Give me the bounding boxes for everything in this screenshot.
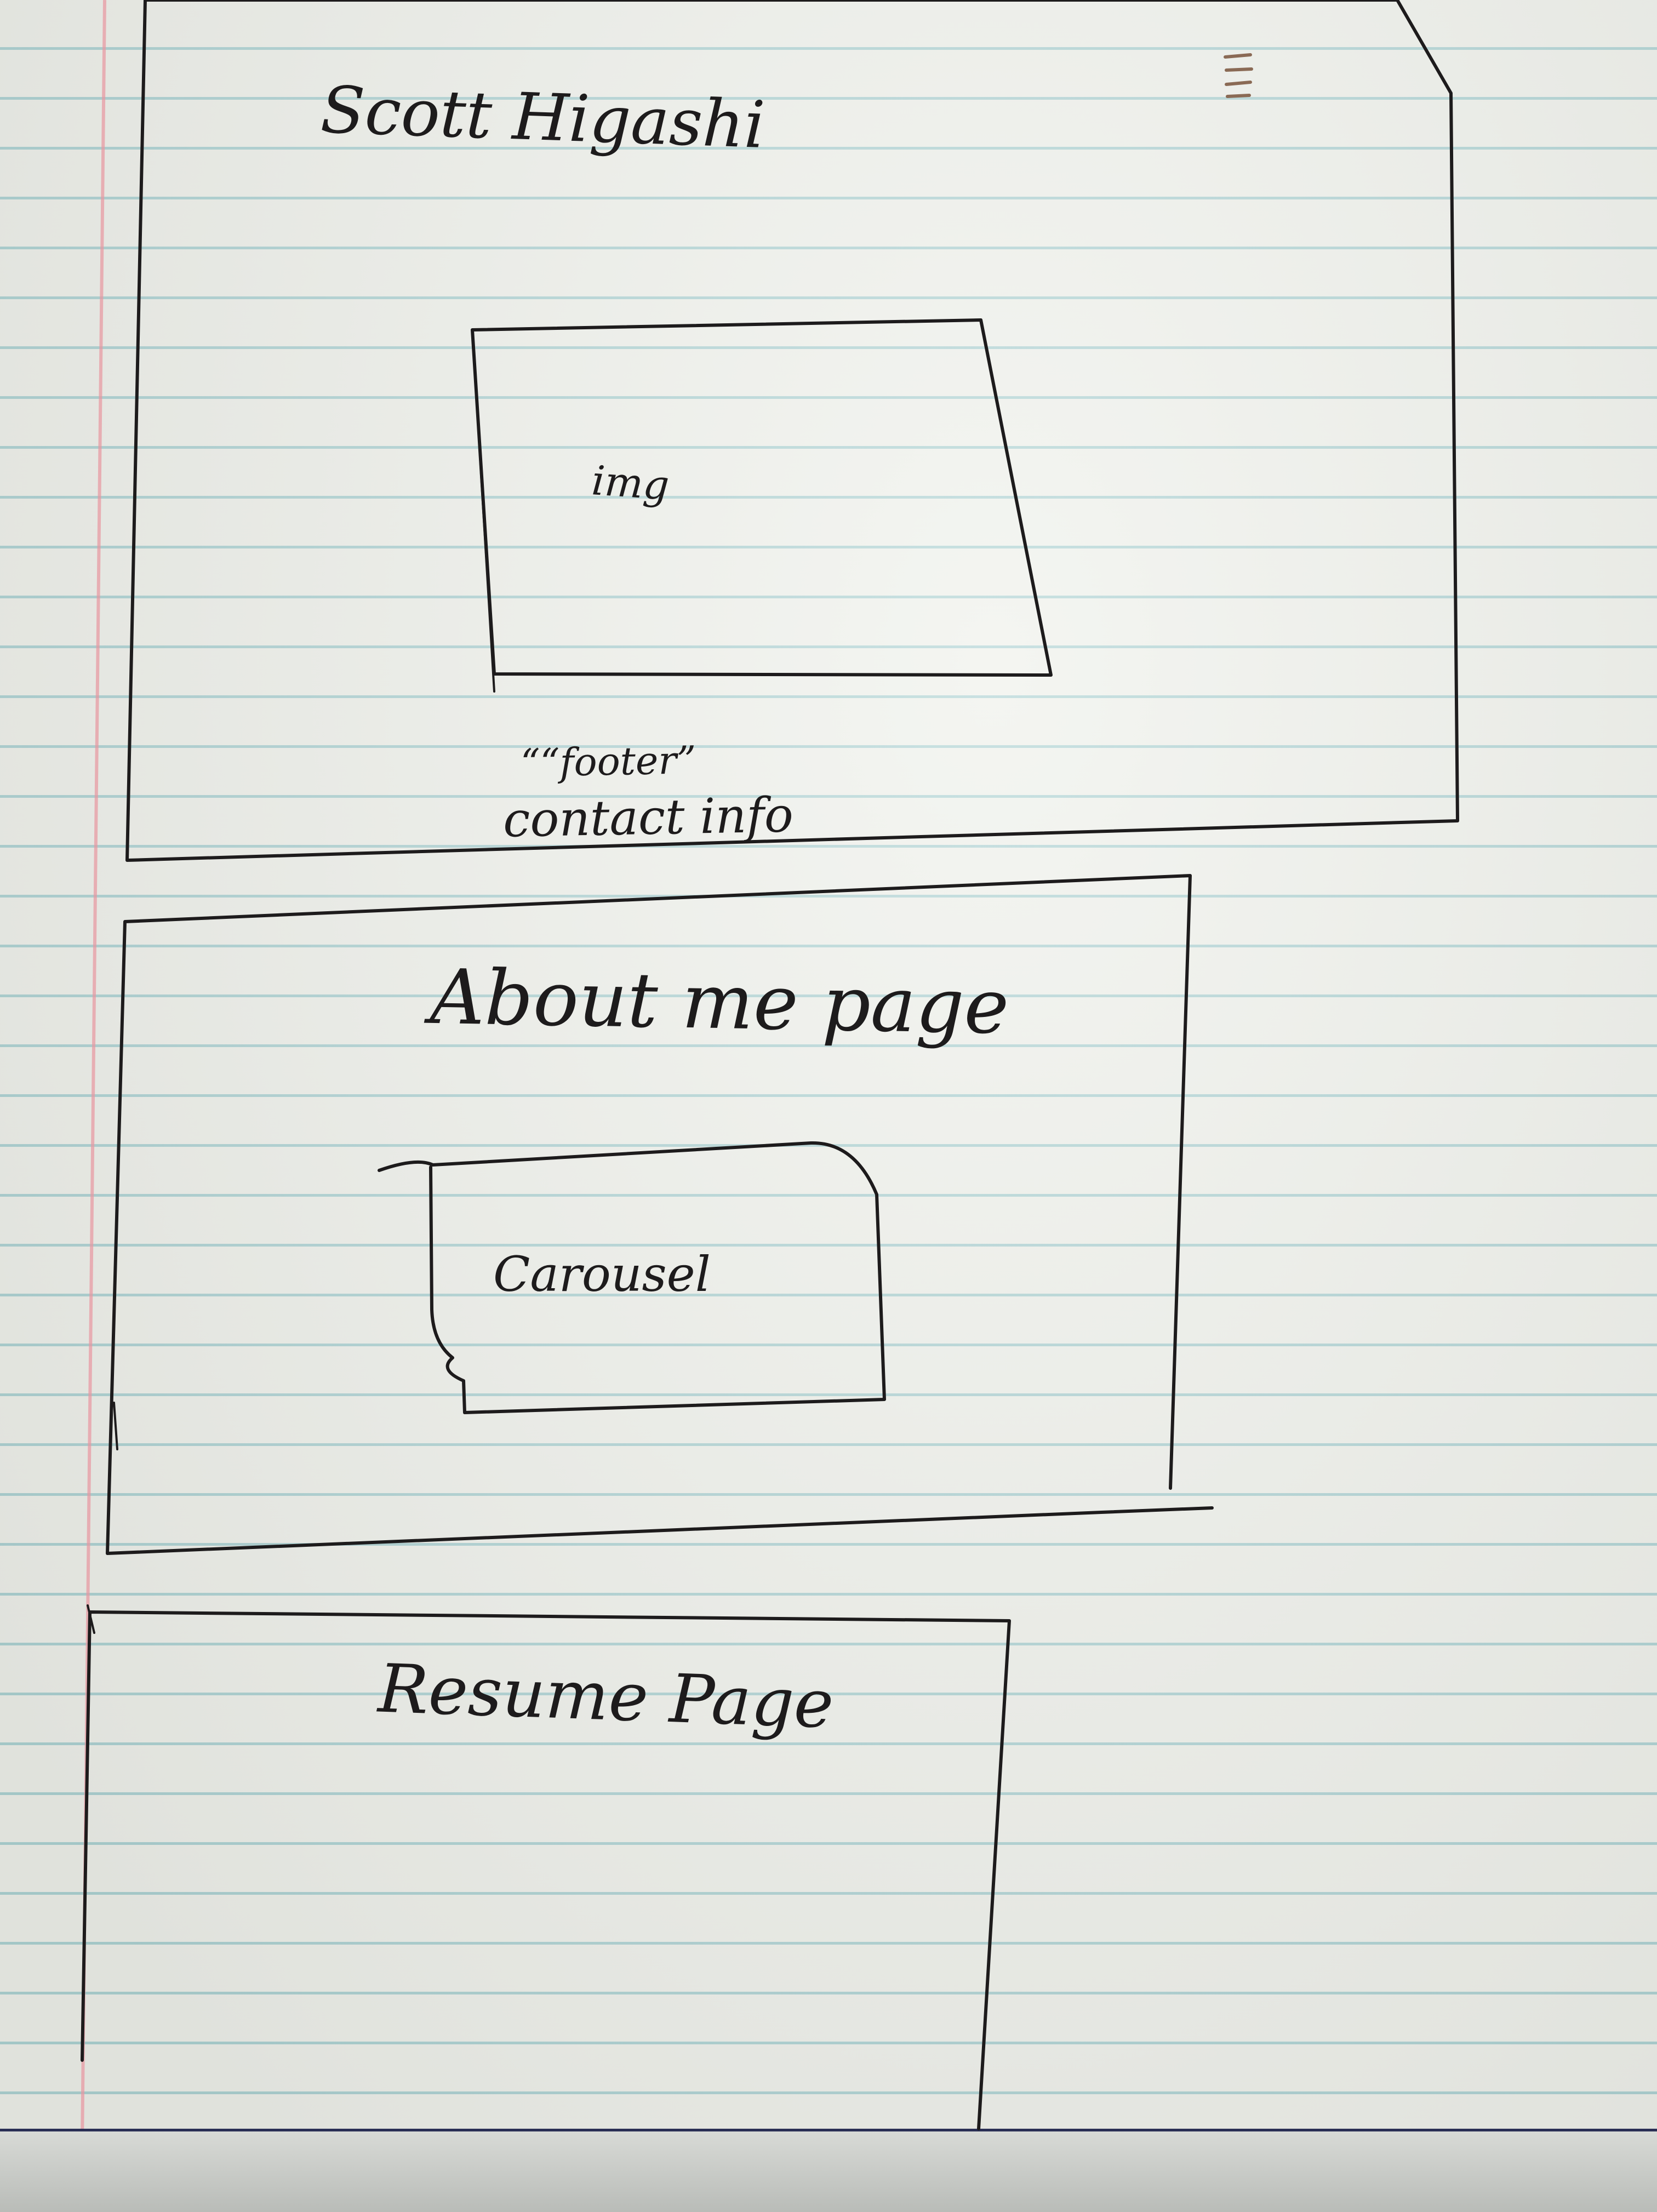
footer-contact-info: contact info [502,786,794,848]
hamburger-menu-icon [1224,53,1253,98]
image-placeholder-box [471,318,1053,677]
wireframe-sketch [81,0,1459,2130]
home-title: Scott Higashi [319,71,767,163]
carousel-placeholder-label: Carousel [493,1246,711,1302]
footer-label: ““footer” [520,738,697,786]
about-title: About me page [429,952,1010,1051]
image-placeholder-label: img [590,457,671,510]
resume-title: Resume Page [376,1649,835,1744]
